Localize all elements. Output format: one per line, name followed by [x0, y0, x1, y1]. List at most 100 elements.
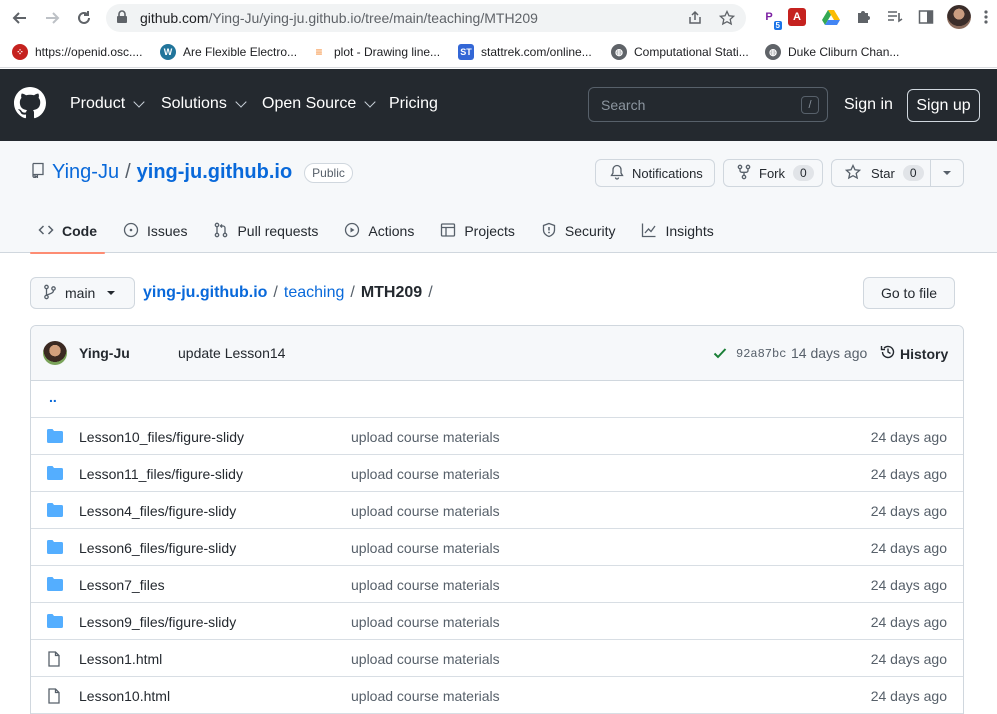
- nav-open-source[interactable]: Open Source: [262, 95, 376, 113]
- bookmark-item[interactable]: ◍ Computational Stati...: [611, 42, 749, 62]
- nav-pricing[interactable]: Pricing: [389, 95, 438, 113]
- file-commit-message-link[interactable]: upload course materials: [351, 429, 500, 445]
- tab-actions[interactable]: Actions: [336, 219, 426, 253]
- repo-tabs: Code Issues Pull requests Actions Projec…: [30, 219, 732, 254]
- chevron-down-icon: [364, 96, 376, 108]
- address-bar[interactable]: github.com/Ying-Ju/ying-ju.github.io/tre…: [106, 4, 746, 32]
- repo-owner-link[interactable]: Ying-Ju: [52, 161, 119, 184]
- bookmark-item[interactable]: ≡ plot - Drawing line...: [311, 42, 440, 62]
- notifications-button[interactable]: Notifications: [595, 159, 715, 187]
- file-age: 24 days ago: [870, 466, 947, 482]
- nav-product[interactable]: Product: [70, 95, 145, 113]
- star-icon: [844, 163, 862, 183]
- file-commit-message-link[interactable]: upload course materials: [351, 503, 500, 519]
- share-icon[interactable]: [686, 9, 704, 27]
- star-dropdown-button[interactable]: [930, 159, 964, 187]
- file-name-link[interactable]: Lesson11_files/figure-slidy: [79, 466, 243, 482]
- file-commit-message-link[interactable]: upload course materials: [351, 651, 500, 667]
- tab-code[interactable]: Code: [30, 219, 109, 254]
- parent-directory-link[interactable]: ..: [49, 389, 57, 405]
- nav-solutions[interactable]: Solutions: [161, 95, 247, 113]
- branch-selector[interactable]: main: [30, 277, 135, 309]
- bookmark-item[interactable]: W Are Flexible Electro...: [160, 42, 297, 62]
- globe-icon: ◍: [611, 44, 627, 60]
- forward-icon[interactable]: [40, 6, 64, 30]
- profile-avatar[interactable]: [947, 5, 971, 29]
- author-avatar[interactable]: [43, 341, 67, 365]
- file-name-link[interactable]: Lesson4_files/figure-slidy: [79, 503, 236, 519]
- sign-in-link[interactable]: Sign in: [844, 96, 893, 114]
- breadcrumb-teaching-link[interactable]: teaching: [284, 284, 345, 302]
- file-name-link[interactable]: Lesson7_files: [79, 577, 165, 593]
- search-shortcut-key: /: [801, 96, 819, 114]
- file-name-link[interactable]: Lesson6_files/figure-slidy: [79, 540, 236, 556]
- fork-count: 0: [793, 165, 814, 181]
- file-name-link[interactable]: Lesson9_files/figure-slidy: [79, 614, 236, 630]
- triangle-down-icon: [943, 171, 951, 175]
- graph-icon: [641, 222, 657, 241]
- file-name-link[interactable]: Lesson1.html: [79, 651, 162, 667]
- google-drive-icon[interactable]: [820, 6, 842, 28]
- file-commit-message-link[interactable]: upload course materials: [351, 614, 500, 630]
- reload-icon[interactable]: [72, 6, 96, 30]
- lock-icon: [116, 10, 128, 29]
- more-menu-icon[interactable]: [980, 6, 992, 28]
- tab-label: Actions: [368, 223, 415, 239]
- search-input[interactable]: Search /: [588, 87, 828, 122]
- reading-list-icon[interactable]: [884, 6, 906, 28]
- bookmark-label: Computational Stati...: [634, 45, 749, 59]
- commit-author-link[interactable]: Ying-Ju: [79, 345, 130, 361]
- side-panel-icon[interactable]: [915, 6, 937, 28]
- file-commit-message-link[interactable]: upload course materials: [351, 466, 500, 482]
- pdf-extension-icon[interactable]: A: [788, 8, 806, 26]
- breadcrumb-separator: /: [273, 284, 278, 301]
- file-row[interactable]: Lesson4_files/figure-slidy upload course …: [31, 492, 963, 529]
- tab-security[interactable]: Security: [533, 219, 628, 253]
- file-age: 24 days ago: [870, 540, 947, 556]
- back-icon[interactable]: [8, 6, 32, 30]
- commit-message-link[interactable]: update Lesson14: [178, 345, 285, 361]
- extension-p-icon[interactable]: P5: [758, 6, 782, 30]
- table-icon: [440, 222, 456, 241]
- bookmark-item[interactable]: ST stattrek.com/online...: [458, 42, 592, 62]
- bookmark-star-icon[interactable]: [718, 9, 736, 27]
- file-row[interactable]: Lesson10_files/figure-slidy upload course…: [31, 418, 963, 455]
- nav-label: Pricing: [389, 95, 438, 112]
- file-row[interactable]: Lesson11_files/figure-slidy upload course…: [31, 455, 963, 492]
- repo-icon: [30, 161, 46, 184]
- shield-icon: [541, 222, 557, 241]
- file-row[interactable]: Lesson10.html upload course materials 24 d…: [31, 677, 963, 714]
- go-to-file-button[interactable]: Go to file: [863, 277, 955, 309]
- bookmark-item[interactable]: ◍ Duke Cliburn Chan...: [765, 42, 899, 62]
- sign-up-button[interactable]: Sign up: [907, 89, 980, 122]
- tab-pull-requests[interactable]: Pull requests: [205, 219, 330, 253]
- commit-sha-link[interactable]: 92a87bc: [736, 347, 786, 361]
- star-button[interactable]: Star 0: [831, 159, 931, 187]
- file-commit-message-link[interactable]: upload course materials: [351, 577, 500, 593]
- bookmark-label: https://openid.osc....: [35, 45, 143, 59]
- extensions-puzzle-icon[interactable]: [852, 6, 874, 28]
- file-age: 24 days ago: [870, 429, 947, 445]
- check-icon[interactable]: [713, 346, 727, 362]
- file-row[interactable]: Lesson1.html upload course materials 24 da…: [31, 640, 963, 677]
- folder-icon: [47, 429, 63, 446]
- file-commit-message-link[interactable]: upload course materials: [351, 688, 500, 704]
- github-logo-icon[interactable]: [14, 87, 46, 124]
- file-commit-message-link[interactable]: upload course materials: [351, 540, 500, 556]
- file-name-link[interactable]: Lesson10.html: [79, 688, 170, 704]
- file-row[interactable]: Lesson9_files/figure-slidy upload course …: [31, 603, 963, 640]
- star-count: 0: [902, 165, 924, 181]
- tab-issues[interactable]: Issues: [115, 219, 199, 253]
- file-row[interactable]: Lesson7_files upload course materials 24 d…: [31, 566, 963, 603]
- bookmark-item[interactable]: ⁘ https://openid.osc....: [12, 42, 142, 62]
- parent-directory-row[interactable]: ..: [31, 381, 963, 418]
- fork-button[interactable]: Fork 0: [723, 159, 823, 187]
- history-link[interactable]: History: [880, 344, 948, 363]
- repo-name-link[interactable]: ying-ju.github.io: [137, 161, 293, 184]
- tab-projects[interactable]: Projects: [432, 219, 527, 253]
- url-text: github.com/Ying-Ju/ying-ju.github.io/tre…: [140, 10, 538, 26]
- file-row[interactable]: Lesson6_files/figure-slidy upload course …: [31, 529, 963, 566]
- breadcrumb-repo-link[interactable]: ying-ju.github.io: [143, 284, 267, 302]
- file-name-link[interactable]: Lesson10_files/figure-slidy: [79, 429, 244, 445]
- tab-insights[interactable]: Insights: [633, 219, 725, 253]
